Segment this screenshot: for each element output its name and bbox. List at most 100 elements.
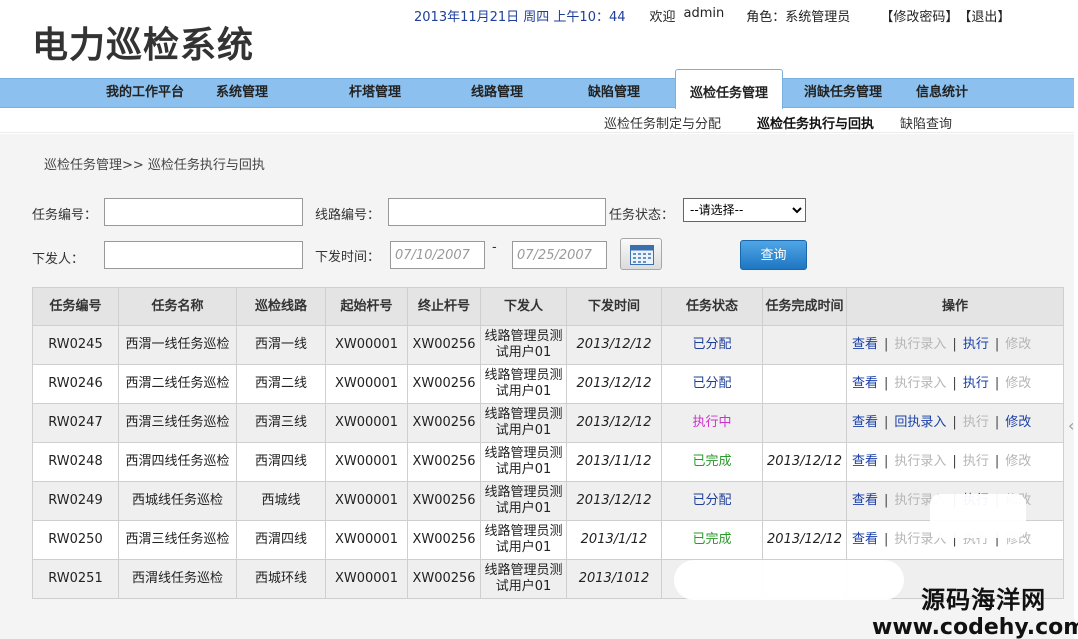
view-action[interactable]: 查看 [852, 532, 878, 547]
task-no-input[interactable] [104, 198, 303, 226]
action-separator: | [884, 337, 889, 352]
action-separator: | [952, 337, 957, 352]
record-action: 执行录入 [894, 454, 947, 469]
cell-line: 西渭三线 [236, 403, 326, 443]
col-header-status: 任务状态 [661, 287, 763, 326]
subnav-item-plan[interactable]: 巡检任务制定与分配 [604, 113, 721, 132]
cell-issuer: 线路管理员测试用户01 [480, 403, 567, 443]
col-header-issue-time: 下发时间 [566, 287, 662, 326]
action-separator: | [884, 415, 889, 430]
cell-finish-time: 2013/12/12 [762, 442, 847, 482]
cell-task-name: 西渭三线任务巡检 [118, 403, 237, 443]
nav-item-defect[interactable]: 缺陷管理 [588, 79, 640, 107]
cell-task-name: 西渭三线任务巡检 [118, 520, 237, 560]
edit-action: 修改 [1005, 376, 1032, 391]
cell-status: 已完成 [661, 520, 763, 560]
edit-action: 修改 [1005, 454, 1032, 469]
view-action[interactable]: 查看 [852, 376, 878, 391]
logout-link[interactable]: 【退出】 [958, 6, 1010, 25]
cell-task-name: 西渭二线任务巡检 [118, 364, 237, 404]
cell-issue-time: 2013/12/12 [566, 403, 662, 443]
cell-actions: 查看 | 执行录入 | 执行 | 修改 [846, 442, 1064, 482]
table-header-row: 任务编号 任务名称 巡检线路 起始杆号 终止杆号 下发人 下发时间 任务状态 任… [32, 287, 1064, 326]
nav-item-defect-elimination[interactable]: 消缺任务管理 [804, 79, 882, 107]
query-button[interactable]: 查询 [740, 240, 807, 270]
nav-item-inspection-task[interactable]: 巡检任务管理 [675, 69, 784, 109]
cell-end-pole: XW00256 [407, 520, 481, 560]
action-separator: | [884, 532, 889, 547]
view-action[interactable]: 查看 [852, 454, 878, 469]
role-value: 系统管理员 [785, 10, 851, 25]
line-no-input[interactable] [388, 198, 606, 226]
col-header-actions: 操作 [846, 287, 1064, 326]
overlay-blot [930, 494, 1026, 538]
date-from-input[interactable] [390, 241, 485, 269]
action-separator: | [994, 454, 1000, 469]
cell-task-no: RW0250 [32, 520, 119, 560]
cell-issuer: 线路管理员测试用户01 [480, 520, 567, 560]
execute-action[interactable]: 执行 [963, 337, 989, 352]
subnav-item-execute[interactable]: 巡检任务执行与回执 [757, 113, 874, 132]
action-separator: | [884, 376, 889, 391]
change-password-link[interactable]: 【修改密码】 [880, 6, 958, 25]
cell-actions: 查看 | 执行录入 | 执行 | 修改 [846, 364, 1064, 404]
cell-start-pole: XW00001 [325, 403, 408, 443]
cell-line: 西城环线 [236, 559, 326, 599]
view-action[interactable]: 查看 [852, 337, 878, 352]
cell-task-no: RW0249 [32, 481, 119, 521]
cell-start-pole: XW00001 [325, 364, 408, 404]
nav-item-tower[interactable]: 杆塔管理 [349, 79, 401, 107]
cell-line: 西城线 [236, 481, 326, 521]
task-status-label: 任务状态： [609, 208, 675, 223]
edit-action: 修改 [1005, 337, 1032, 352]
cell-finish-time: 2013/12/12 [762, 520, 847, 560]
edit-action[interactable]: 修改 [1005, 415, 1031, 430]
cell-start-pole: XW00001 [325, 559, 408, 599]
cell-task-name: 西渭线任务巡检 [118, 559, 237, 599]
cell-finish-time [762, 364, 847, 404]
action-separator: | [994, 337, 1000, 352]
cell-task-no: RW0245 [32, 325, 119, 365]
action-separator: | [884, 454, 889, 469]
current-datetime: 2013年11月21日 周四 上午10：44 [414, 10, 626, 25]
table-row: RW0249 西城线任务巡检 西城线 XW00001 XW00256 线路管理员测试用户0… [32, 481, 1064, 521]
cell-issue-time: 2013/1012 [566, 559, 662, 599]
col-header-finish-time: 任务完成时间 [762, 287, 847, 326]
top-info-bar: 2013年11月21日 周四 上午10：44 欢迎 admin 角色： 系统管理… [414, 6, 1010, 25]
role-label: 角色： [746, 10, 786, 25]
task-status-select[interactable]: --请选择-- [683, 198, 806, 222]
nav-item-statistics[interactable]: 信息统计 [916, 79, 968, 107]
view-action[interactable]: 查看 [852, 415, 878, 430]
nav-item-line[interactable]: 线路管理 [471, 79, 523, 107]
calendar-button[interactable] [620, 238, 662, 270]
subnav-item-defect-query[interactable]: 缺陷查询 [900, 113, 952, 132]
table-row: RW0245 西渭一线任务巡检 西渭一线 XW00001 XW00256 线路管理员测试用… [32, 325, 1064, 365]
cell-actions: 查看 | 执行录入 | 执行 | 修改 [846, 325, 1064, 365]
cell-actions: 查看 | 回执录入 | 执行 | 修改 [846, 403, 1064, 443]
cell-end-pole: XW00256 [407, 481, 481, 521]
action-separator: | [952, 454, 957, 469]
cell-start-pole: XW00001 [325, 442, 408, 482]
issuer-input[interactable] [104, 241, 303, 269]
scroll-caret-icon[interactable]: ‹ [1068, 416, 1074, 435]
record-action[interactable]: 回执录入 [894, 415, 946, 430]
nav-item-workbench[interactable]: 我的工作平台 [106, 79, 184, 107]
cell-issuer: 线路管理员测试用户01 [480, 325, 567, 365]
nav-item-system[interactable]: 系统管理 [216, 79, 268, 107]
app-title: 电力巡检系统 [32, 25, 255, 66]
date-to-input[interactable] [512, 241, 607, 269]
col-header-task-no: 任务编号 [32, 287, 119, 326]
execute-action[interactable]: 执行 [963, 376, 989, 391]
main-nav: 我的工作平台 系统管理 杆塔管理 线路管理 缺陷管理 巡检任务管理 消缺任务管理… [0, 69, 1074, 109]
record-action: 执行录入 [894, 337, 947, 352]
cell-end-pole: XW00256 [407, 325, 481, 365]
view-action[interactable]: 查看 [852, 493, 878, 508]
cell-issuer: 线路管理员测试用户01 [480, 364, 567, 404]
cell-end-pole: XW00256 [407, 403, 481, 443]
calendar-icon [630, 245, 654, 265]
cell-task-no: RW0246 [32, 364, 119, 404]
cell-issue-time: 2013/12/12 [566, 364, 662, 404]
cell-task-no: RW0247 [32, 403, 119, 443]
cell-status: 已完成 [661, 442, 763, 482]
table-row: RW0246 西渭二线任务巡检 西渭二线 XW00001 XW00256 线路管理员测试用… [32, 364, 1064, 404]
